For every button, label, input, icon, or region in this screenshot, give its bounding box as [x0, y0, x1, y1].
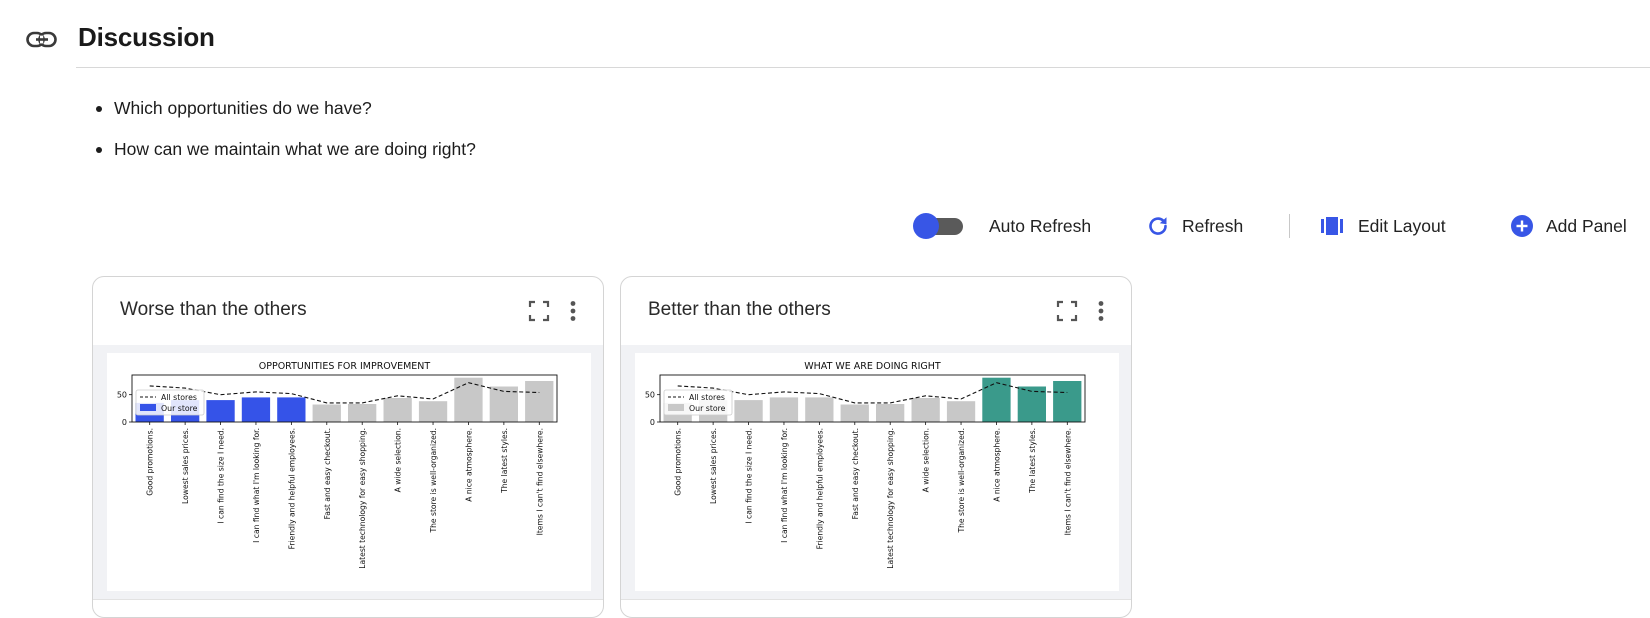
- legend-swatch-our-store: [668, 404, 684, 411]
- bar-chart: WHAT WE ARE DOING RIGHT 0 50 Good promotion…: [635, 353, 1119, 591]
- bar: [348, 404, 377, 422]
- refresh-label: Refresh: [1182, 215, 1244, 236]
- section-header: Discussion: [0, 0, 1650, 68]
- legend-label: Our store: [161, 404, 198, 413]
- x-tick-label: Items I can't find elsewhere.: [535, 428, 544, 535]
- panel-footer-divider: [621, 599, 1131, 600]
- x-tick-label: The latest styles.: [500, 428, 509, 494]
- x-tick-label: The store is well-organized.: [429, 428, 438, 534]
- bar-chart: OPPORTUNITIES FOR IMPROVEMENT 0 50 Good pro…: [107, 353, 591, 591]
- chart-background: [635, 353, 1119, 591]
- refresh-button[interactable]: Refresh: [1146, 208, 1243, 244]
- section-divider: [76, 67, 1650, 68]
- x-tick-label: I can find what I'm looking for.: [780, 428, 789, 543]
- x-tick-label: I can find the size I need.: [745, 428, 754, 524]
- x-tick-label: Lowest sales prices.: [181, 428, 190, 504]
- add-circle-icon: [1510, 214, 1534, 238]
- x-tick-label: I can find what I'm looking for.: [252, 428, 261, 543]
- bar: [525, 381, 554, 422]
- section-title: Discussion: [78, 22, 215, 52]
- bar: [876, 404, 905, 422]
- x-tick-label: Friendly and helpful employees.: [815, 428, 824, 549]
- x-tick-label: A nice atmosphere.: [993, 428, 1002, 502]
- x-tick-label: Fast and easy checkout.: [323, 428, 332, 519]
- x-tick-label: Good promotions.: [146, 428, 155, 496]
- toggle-knob: [913, 213, 939, 239]
- chart-title: OPPORTUNITIES FOR IMPROVEMENT: [259, 361, 431, 372]
- x-tick-label: A nice atmosphere.: [465, 428, 474, 502]
- add-panel-button[interactable]: Add Panel: [1510, 208, 1627, 244]
- legend-label: Our store: [689, 404, 726, 413]
- chart-title: WHAT WE ARE DOING RIGHT: [804, 361, 941, 372]
- fullscreen-icon[interactable]: [1055, 299, 1079, 323]
- add-panel-label: Add Panel: [1546, 215, 1627, 236]
- x-tick-label: A wide selection.: [394, 428, 403, 492]
- x-tick-label: The store is well-organized.: [957, 428, 966, 534]
- panel-better-than-others: Better than the others WHAT WE ARE DOING…: [620, 276, 1132, 618]
- x-tick-label: Items I can't find elsewhere.: [1063, 428, 1072, 535]
- bar: [277, 397, 306, 422]
- bar: [805, 397, 834, 422]
- discussion-list: Which opportunities do we have? How can …: [96, 96, 476, 178]
- x-tick-label: Friendly and helpful employees.: [287, 428, 296, 549]
- bar: [418, 401, 448, 422]
- bar: [911, 398, 940, 422]
- x-tick-label: Lowest sales prices.: [709, 428, 718, 504]
- bar: [1053, 381, 1082, 422]
- fullscreen-icon[interactable]: [527, 299, 551, 323]
- legend-swatch-our-store: [140, 404, 156, 411]
- x-tick-label: The latest styles.: [1028, 428, 1037, 494]
- panel-chart-area: OPPORTUNITIES FOR IMPROVEMENT 0 50 Good pro…: [93, 345, 603, 599]
- list-item: Which opportunities do we have?: [96, 96, 476, 137]
- more-options-icon[interactable]: [561, 299, 585, 323]
- bar: [982, 377, 1011, 422]
- y-tick-label: 50: [645, 391, 655, 400]
- legend-label: All stores: [161, 393, 197, 402]
- more-options-icon[interactable]: [1089, 299, 1113, 323]
- toolbar-divider: [1289, 214, 1290, 238]
- panel-worse-than-others: Worse than the others OPPORTUNITIES FOR …: [92, 276, 604, 618]
- bar: [312, 404, 341, 422]
- chart-background: [107, 353, 591, 591]
- x-tick-label: Latest technology for easy shopping.: [358, 428, 367, 569]
- panel-title: Worse than the others: [120, 299, 307, 320]
- dashboard-toolbar: Auto Refresh Refresh Edit Layout Add Pan…: [0, 208, 1650, 244]
- refresh-icon: [1146, 214, 1170, 238]
- y-tick-label: 0: [122, 418, 127, 427]
- edit-layout-button[interactable]: Edit Layout: [1320, 208, 1446, 244]
- bar: [241, 397, 271, 422]
- y-tick-label: 0: [650, 418, 655, 427]
- toggle-switch[interactable]: [913, 212, 965, 240]
- x-tick-label: A wide selection.: [922, 428, 931, 492]
- link-icon[interactable]: [26, 28, 58, 52]
- bar: [454, 377, 483, 422]
- auto-refresh-label: Auto Refresh: [989, 215, 1092, 236]
- auto-refresh-toggle[interactable]: Auto Refresh: [913, 208, 1091, 244]
- panel-footer-divider: [93, 599, 603, 600]
- bar: [206, 400, 235, 422]
- x-tick-label: Fast and easy checkout.: [851, 428, 860, 519]
- bar: [734, 400, 763, 422]
- bar: [946, 401, 976, 422]
- legend-label: All stores: [689, 393, 725, 402]
- bar: [383, 398, 412, 422]
- y-tick-label: 50: [117, 391, 127, 400]
- edit-layout-icon: [1320, 214, 1344, 238]
- bar: [840, 404, 869, 422]
- x-tick-label: Latest technology for easy shopping.: [886, 428, 895, 569]
- panel-chart-area: WHAT WE ARE DOING RIGHT 0 50 Good promotion…: [621, 345, 1131, 599]
- bar: [769, 397, 799, 422]
- x-tick-label: I can find the size I need.: [217, 428, 226, 524]
- edit-layout-label: Edit Layout: [1358, 215, 1446, 236]
- panel-title: Better than the others: [648, 299, 831, 320]
- list-item: How can we maintain what we are doing ri…: [96, 137, 476, 178]
- x-tick-label: Good promotions.: [674, 428, 683, 496]
